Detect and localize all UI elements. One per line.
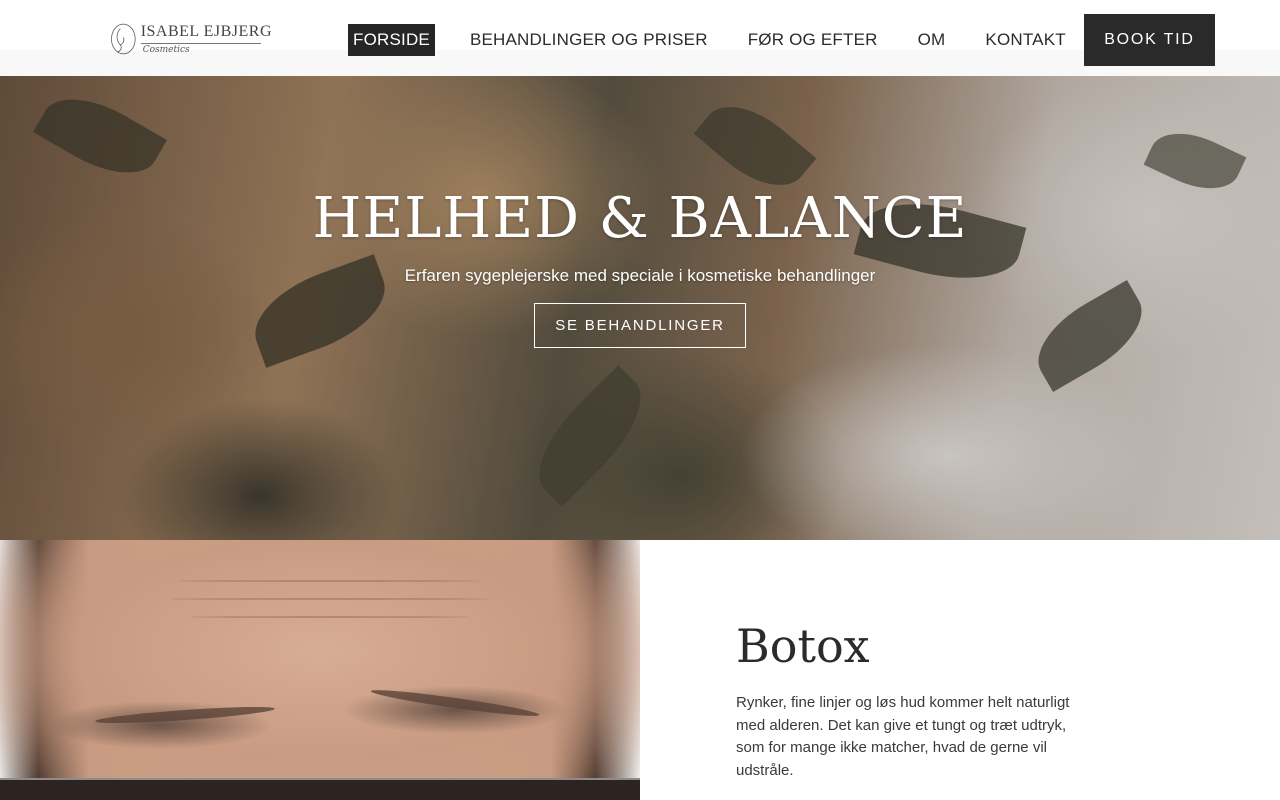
- section-paragraph: Rynker, fine linjer og løs hud kommer he…: [736, 694, 1070, 779]
- site-header: ISABEL EJBJERG Cosmetics FORSIDE BEHANDL…: [0, 0, 1280, 76]
- treatment-info: Botox Rynker, fine linjer og løs hud kom…: [736, 620, 1086, 794]
- section-title: Botox: [736, 619, 870, 673]
- book-tid-button[interactable]: BOOK TID: [1084, 14, 1215, 66]
- logo-name: ISABEL EJBJERG: [140, 23, 272, 40]
- logo-face-icon: [111, 23, 136, 55]
- hero-banner: HELHED & BALANCE Erfaren sygeplejerske m…: [0, 76, 1280, 540]
- nav-item-foer-og-efter[interactable]: FØR OG EFTER: [748, 24, 878, 56]
- photo-brow: [94, 703, 276, 727]
- logo[interactable]: ISABEL EJBJERG Cosmetics: [110, 16, 272, 62]
- photo-detail: [170, 598, 490, 600]
- nav-item-forside[interactable]: FORSIDE: [348, 24, 435, 56]
- botox-photo: [0, 540, 640, 800]
- hero-subtitle: Erfaren sygeplejerske med speciale i kos…: [404, 266, 876, 285]
- photo-brow: [370, 686, 540, 720]
- nav-item-behandlinger[interactable]: BEHANDLINGER OG PRISER: [470, 24, 708, 56]
- see-treatments-button[interactable]: SE BEHANDLINGER: [534, 303, 746, 348]
- photo-after-strip: [0, 778, 640, 800]
- nav-item-om[interactable]: OM: [918, 24, 946, 56]
- main-nav: FORSIDE BEHANDLINGER OG PRISER FØR OG EF…: [348, 24, 1066, 56]
- hero-content: HELHED & BALANCE Erfaren sygeplejerske m…: [0, 76, 1280, 540]
- photo-detail: [190, 616, 470, 618]
- nav-item-kontakt[interactable]: KONTAKT: [985, 24, 1065, 56]
- hero-title: HELHED & BALANCE: [312, 186, 968, 251]
- logo-subtitle: Cosmetics: [142, 45, 190, 55]
- logo-divider: [140, 43, 261, 44]
- photo-detail: [180, 580, 480, 582]
